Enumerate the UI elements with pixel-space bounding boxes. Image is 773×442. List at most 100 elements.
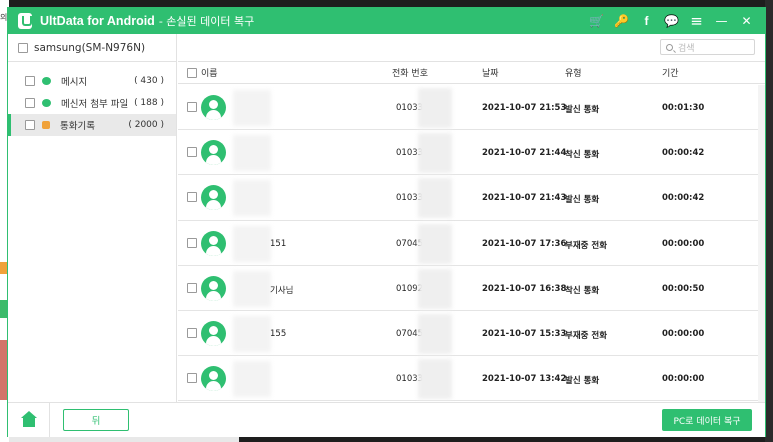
sidebar-item-label: 메시지 (61, 77, 88, 88)
redacted-phone (418, 178, 452, 219)
row-duration: 00:00:50 (662, 283, 705, 294)
redacted-phone (418, 133, 452, 174)
table-row[interactable]: 01033 2021-10-07 21:43 발신 통화 00:00:42 (178, 175, 758, 221)
redacted-name (233, 90, 271, 126)
home-button[interactable] (8, 403, 50, 437)
row-checkbox[interactable] (187, 282, 197, 293)
footer-bar: 뒤 PC로 데이터 복구 (8, 402, 765, 437)
sidebar-item-label: 통화기록 (60, 121, 95, 132)
table-row[interactable]: 151 07045 2021-10-07 17:36 부재중 전화 00:00:… (178, 221, 758, 266)
redacted-name (233, 270, 271, 307)
title-bar-controls: 🛒 🔑 f 💬 ≡ — ✕ (584, 8, 759, 34)
cart-icon[interactable]: 🛒 (584, 8, 609, 34)
row-checkbox[interactable] (187, 237, 197, 248)
sidebar: samsung(SM-N976N) 메시지 ( 430 ) 메신저 첨부 파일 … (8, 34, 177, 402)
row-duration: 00:00:42 (662, 148, 705, 159)
row-checkbox[interactable] (187, 327, 197, 338)
row-checkbox[interactable] (187, 373, 197, 384)
row-name: 151 (270, 238, 287, 249)
table-row[interactable]: 기사님 01092 2021-10-07 16:38 착신 통화 00:00:5… (178, 266, 758, 311)
contact-avatar-icon (201, 275, 226, 301)
table-row[interactable]: 01033 2021-10-07 13:42 발신 통화 00:00:00 (178, 356, 758, 402)
contact-avatar-icon (201, 95, 226, 120)
call-log-table: 01033 2021-10-07 21:53 발신 통화 00:01:30 01… (178, 85, 758, 402)
row-date: 2021-10-07 15:33 (482, 328, 567, 339)
header-name[interactable]: 이름 (201, 66, 218, 79)
minimize-icon[interactable]: — (709, 8, 734, 34)
table-header: 이름 전화 번호 날짜 유형 기간 (178, 62, 765, 84)
redacted-phone (418, 223, 452, 264)
header-date[interactable]: 날짜 (482, 66, 499, 79)
row-duration: 00:00:00 (662, 328, 705, 339)
sidebar-item-count: ( 430 ) (134, 76, 164, 86)
row-type: 발신 통화 (565, 376, 600, 387)
table-row[interactable]: 01033 2021-10-07 21:44 착신 통화 00:00:42 (178, 130, 758, 176)
main-content: 검색 이름 전화 번호 날짜 유형 기간 01033 2021-10-07 21… (178, 34, 765, 402)
back-button[interactable]: 뒤 (63, 409, 129, 431)
category-checkbox[interactable] (25, 120, 35, 130)
row-type: 착신 통화 (565, 150, 600, 161)
row-type: 발신 통화 (565, 195, 600, 206)
redacted-name (233, 225, 271, 262)
search-bar: 검색 (178, 34, 765, 62)
close-icon[interactable]: ✕ (734, 8, 759, 34)
title-bar[interactable]: UltData for Android - 손실된 데이터 복구 🛒 🔑 f 💬… (8, 8, 765, 34)
row-duration: 00:00:42 (662, 193, 705, 204)
contact-avatar-icon (201, 185, 226, 211)
facebook-icon[interactable]: f (634, 8, 659, 34)
background-desktop-right (765, 0, 773, 442)
sidebar-item-call-log[interactable]: 통화기록 ( 2000 ) (8, 114, 176, 136)
table-row[interactable]: 155 07045 2021-10-07 15:33 부재중 전화 00:00:… (178, 311, 758, 357)
row-checkbox[interactable] (187, 102, 197, 112)
search-placeholder: 검색 (678, 43, 695, 54)
key-icon[interactable]: 🔑 (609, 8, 634, 34)
table-row[interactable]: 01033 2021-10-07 21:53 발신 통화 00:01:30 (178, 85, 758, 131)
redacted-name (233, 135, 271, 172)
recover-to-pc-button[interactable]: PC로 데이터 복구 (662, 409, 752, 431)
app-subtitle: - 손실된 데이터 복구 (158, 15, 255, 28)
row-date: 2021-10-07 17:36 (482, 238, 567, 249)
row-date: 2021-10-07 13:42 (482, 374, 567, 385)
row-name: 기사님 (270, 285, 294, 296)
row-date: 2021-10-07 21:43 (482, 193, 567, 204)
sidebar-item-attachments[interactable]: 메신저 첨부 파일 ( 188 ) (8, 92, 176, 114)
contact-avatar-icon (201, 320, 226, 346)
redacted-phone (418, 88, 452, 128)
table-scrollbar[interactable] (758, 85, 765, 402)
row-date: 2021-10-07 21:44 (482, 148, 567, 159)
search-icon (666, 43, 673, 51)
sidebar-item-count: ( 188 ) (134, 98, 164, 108)
app-window: UltData for Android - 손실된 데이터 복구 🛒 🔑 f 💬… (7, 7, 766, 437)
contact-avatar-icon (201, 366, 226, 392)
sidebar-item-label: 메신저 첨부 파일 (61, 99, 129, 110)
category-checkbox[interactable] (25, 98, 35, 108)
redacted-name (233, 361, 271, 398)
home-icon (20, 411, 37, 427)
select-all-checkbox[interactable] (187, 68, 197, 78)
sidebar-item-messages[interactable]: 메시지 ( 430 ) (8, 70, 176, 92)
contact-avatar-icon (201, 140, 226, 166)
row-checkbox[interactable] (187, 147, 197, 158)
header-phone[interactable]: 전화 번호 (392, 66, 428, 79)
contact-avatar-icon (201, 230, 226, 256)
row-checkbox[interactable] (187, 192, 197, 203)
row-type: 발신 통화 (565, 105, 600, 115)
row-duration: 00:00:00 (662, 374, 705, 385)
device-row[interactable]: samsung(SM-N976N) (8, 34, 176, 62)
row-duration: 00:00:00 (662, 238, 705, 249)
feedback-icon[interactable]: 💬 (659, 8, 684, 34)
header-type[interactable]: 유형 (565, 66, 582, 79)
redacted-phone (418, 359, 452, 400)
redacted-phone (418, 268, 452, 309)
row-type: 부재중 전화 (565, 240, 608, 251)
device-checkbox[interactable] (18, 42, 28, 53)
redacted-name (233, 180, 271, 217)
row-date: 2021-10-07 16:38 (482, 283, 567, 294)
category-checkbox[interactable] (25, 76, 35, 86)
call-log-icon (42, 121, 50, 129)
app-logo-icon (18, 13, 32, 29)
redacted-name (233, 315, 271, 352)
header-duration[interactable]: 기간 (662, 66, 679, 79)
search-input[interactable]: 검색 (660, 39, 755, 55)
menu-icon[interactable]: ≡ (684, 8, 709, 34)
